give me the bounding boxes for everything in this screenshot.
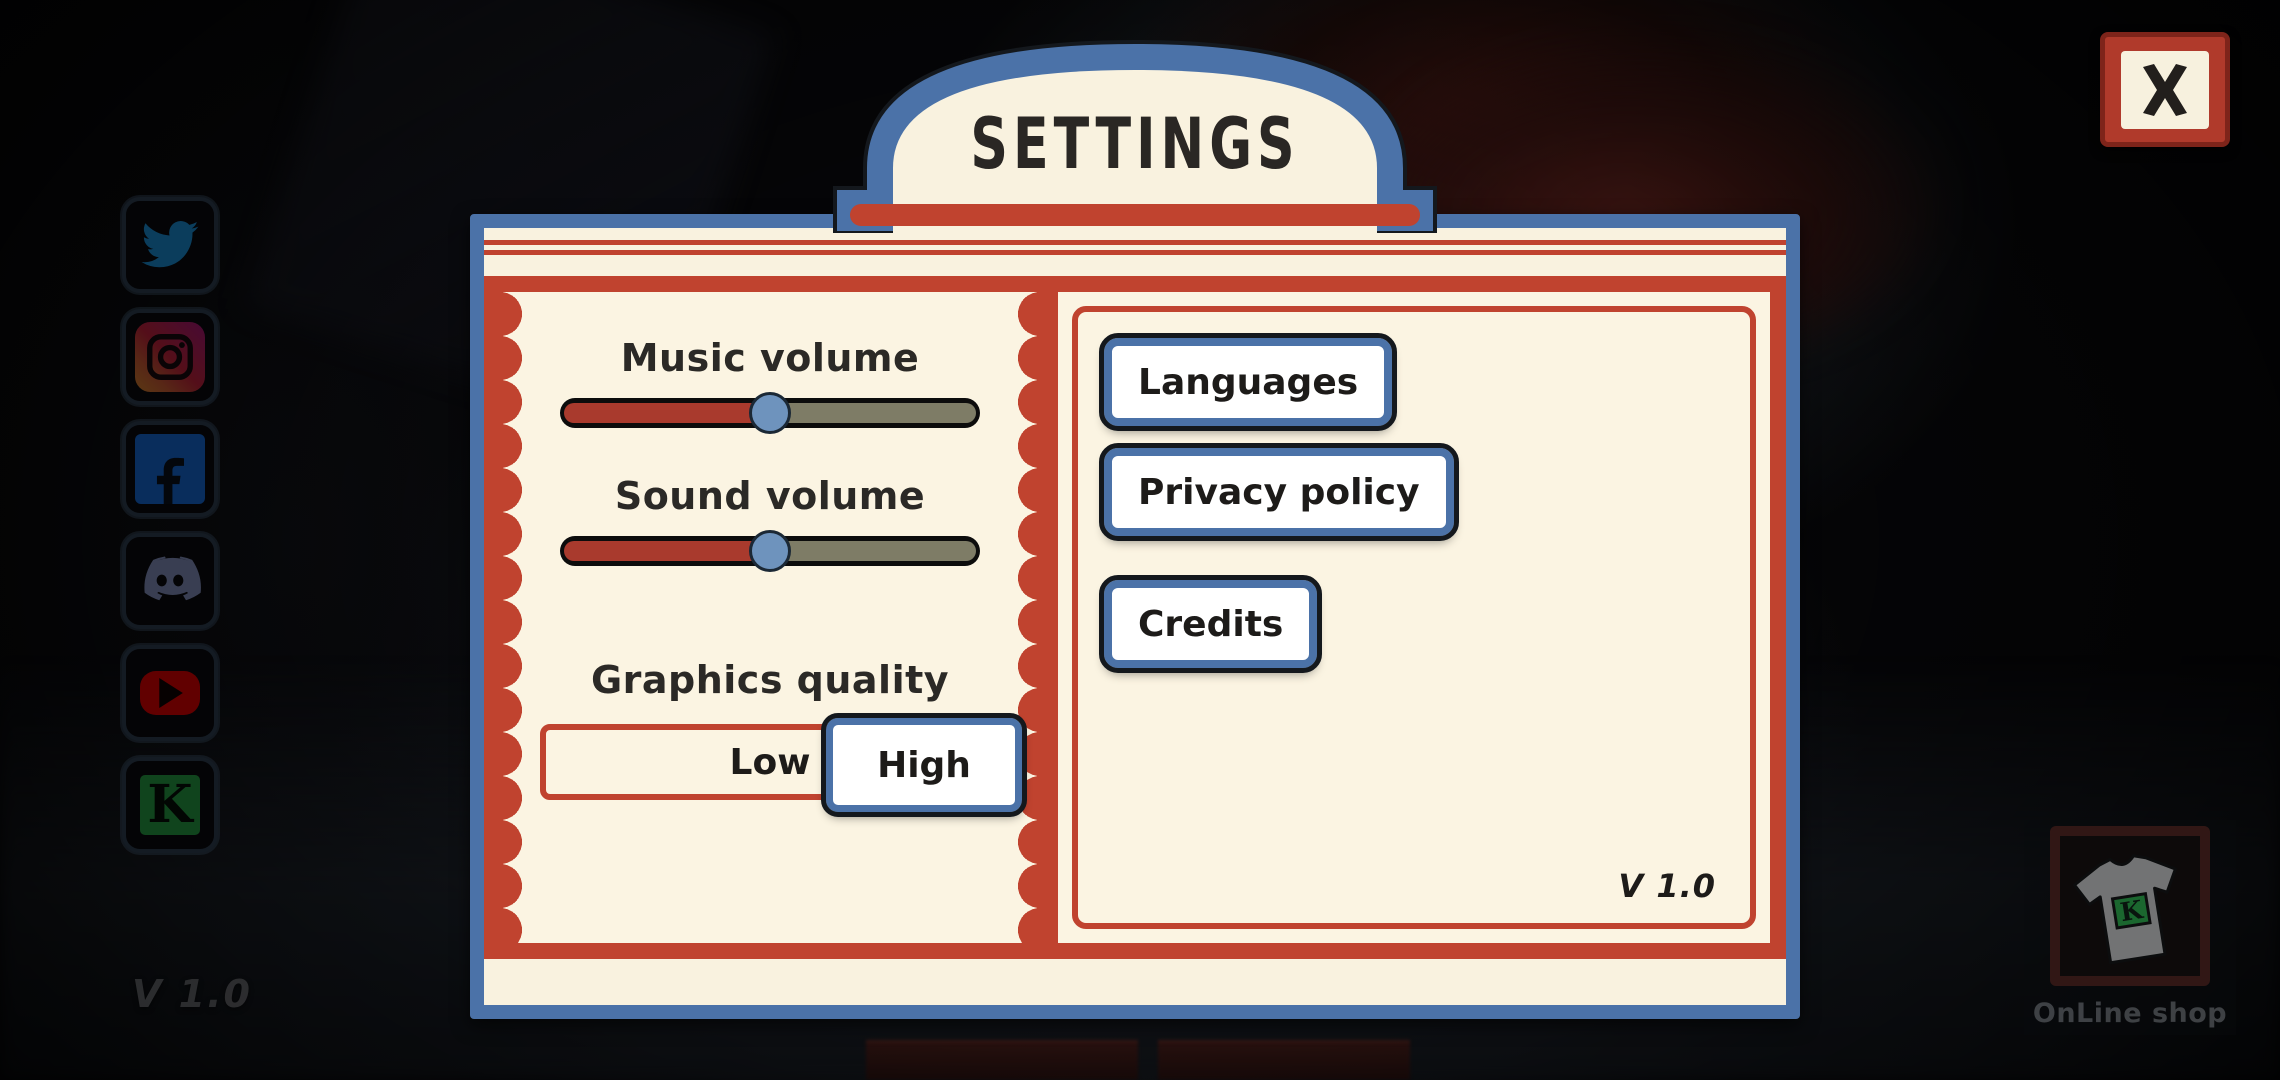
sound-volume-label: Sound volume — [614, 474, 926, 518]
music-volume-slider[interactable] — [560, 392, 980, 434]
music-volume-track-remainder — [770, 403, 976, 423]
online-shop-label: OnLine shop — [2032, 998, 2228, 1029]
online-shop-button[interactable]: K OnLine shop — [2024, 820, 2236, 1035]
scallop-decoration-left — [500, 292, 522, 943]
facebook-icon — [135, 434, 205, 504]
dialog-body: Music volume Sound volume Graphics quali… — [470, 214, 1800, 1019]
dialog-title: SETTINGS — [970, 102, 1300, 185]
graphics-quality-label: Graphics quality — [590, 658, 950, 702]
sound-volume-fill — [564, 541, 774, 561]
social-button-kickstarter[interactable]: K — [122, 757, 218, 853]
discord-icon — [135, 546, 205, 616]
kickstarter-k-glyph: K — [139, 774, 201, 836]
social-button-twitter[interactable] — [122, 197, 218, 293]
background-block-left — [866, 1040, 1138, 1080]
background-block-right — [1158, 1040, 1410, 1080]
dialog-content-plate: Music volume Sound volume Graphics quali… — [484, 276, 1786, 959]
links-panel: Languages Privacy policy Credits V 1.0 — [1058, 292, 1770, 943]
graphics-quality-toggle: Low High — [540, 713, 1027, 817]
languages-button[interactable]: Languages — [1098, 333, 1398, 431]
sound-volume-slider[interactable] — [560, 530, 980, 572]
social-links-rail: K — [122, 197, 218, 853]
credits-button[interactable]: Credits — [1098, 575, 1323, 673]
instagram-icon — [135, 322, 205, 392]
social-button-instagram[interactable] — [122, 309, 218, 405]
sound-volume-track-remainder — [770, 541, 976, 561]
kickstarter-k-icon: K — [135, 770, 205, 840]
background-version-label: V 1.0 — [132, 972, 252, 1016]
twitter-icon — [135, 210, 205, 280]
music-volume-fill — [564, 403, 774, 423]
tshirt-icon: K — [2050, 826, 2210, 986]
social-button-youtube[interactable] — [122, 645, 218, 741]
scallop-decoration-right — [1018, 292, 1040, 943]
close-button[interactable] — [2100, 32, 2230, 147]
youtube-icon — [135, 658, 205, 728]
dialog-title-underline — [850, 204, 1420, 226]
social-button-discord[interactable] — [122, 533, 218, 629]
music-volume-knob[interactable] — [749, 392, 791, 434]
dialog-version-label: V 1.0 — [1618, 867, 1716, 905]
links-button-grid: Languages Privacy policy Credits — [1098, 333, 1724, 673]
close-x-icon — [2121, 50, 2209, 129]
graphics-option-high[interactable]: High — [821, 713, 1027, 817]
sound-volume-knob[interactable] — [749, 530, 791, 572]
screen: V 1.0 K K OnLine shop SETTINGS Music vol… — [0, 0, 2280, 1080]
settings-dialog: SETTINGS Music volume Sound volume Graph… — [470, 18, 1800, 1019]
audio-graphics-panel: Music volume Sound volume Graphics quali… — [500, 292, 1040, 943]
music-volume-label: Music volume — [620, 336, 920, 380]
social-button-facebook[interactable] — [122, 421, 218, 517]
privacy-policy-button[interactable]: Privacy policy — [1099, 443, 1459, 541]
decorative-stripes — [484, 240, 1786, 266]
